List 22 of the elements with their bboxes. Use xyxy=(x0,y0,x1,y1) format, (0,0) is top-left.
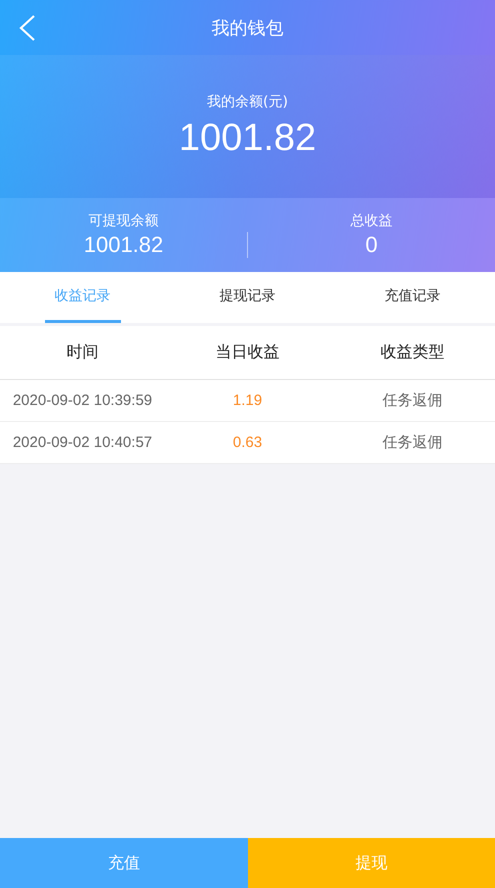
table-cell-text: 2020-09-02 10:39:59 xyxy=(12,392,154,409)
stat-label: 可提现余额 xyxy=(88,212,158,230)
tab[interactable]: 收益记录 xyxy=(44,272,120,323)
stat-value: 0 xyxy=(365,232,378,258)
column-header: 收益类型 xyxy=(380,342,446,363)
stat-label: 总收益 xyxy=(350,212,392,230)
balance-amount: 1001.82 xyxy=(178,117,316,160)
page-title: 我的钱包 xyxy=(212,16,284,40)
table-cell-text: 2020-09-02 10:40:57 xyxy=(12,434,154,451)
table-cell-text: 任务返佣 xyxy=(382,433,444,452)
table-cell-text: 任务返佣 xyxy=(382,391,444,410)
recharge-button[interactable]: 充值 xyxy=(0,838,248,888)
column-header: 当日收益 xyxy=(214,342,280,363)
table-cell-text: 1.19 xyxy=(232,392,264,409)
balance-label: 我的余额(元) xyxy=(207,93,288,111)
stat-value: 1001.82 xyxy=(84,232,164,258)
back-icon[interactable] xyxy=(18,14,36,42)
column-header: 时间 xyxy=(66,342,100,363)
tab[interactable]: 提现记录 xyxy=(210,272,286,323)
table-cell-text: 0.63 xyxy=(232,434,264,451)
withdraw-button[interactable]: 提现 xyxy=(248,838,495,888)
tab[interactable]: 充值记录 xyxy=(374,272,450,323)
